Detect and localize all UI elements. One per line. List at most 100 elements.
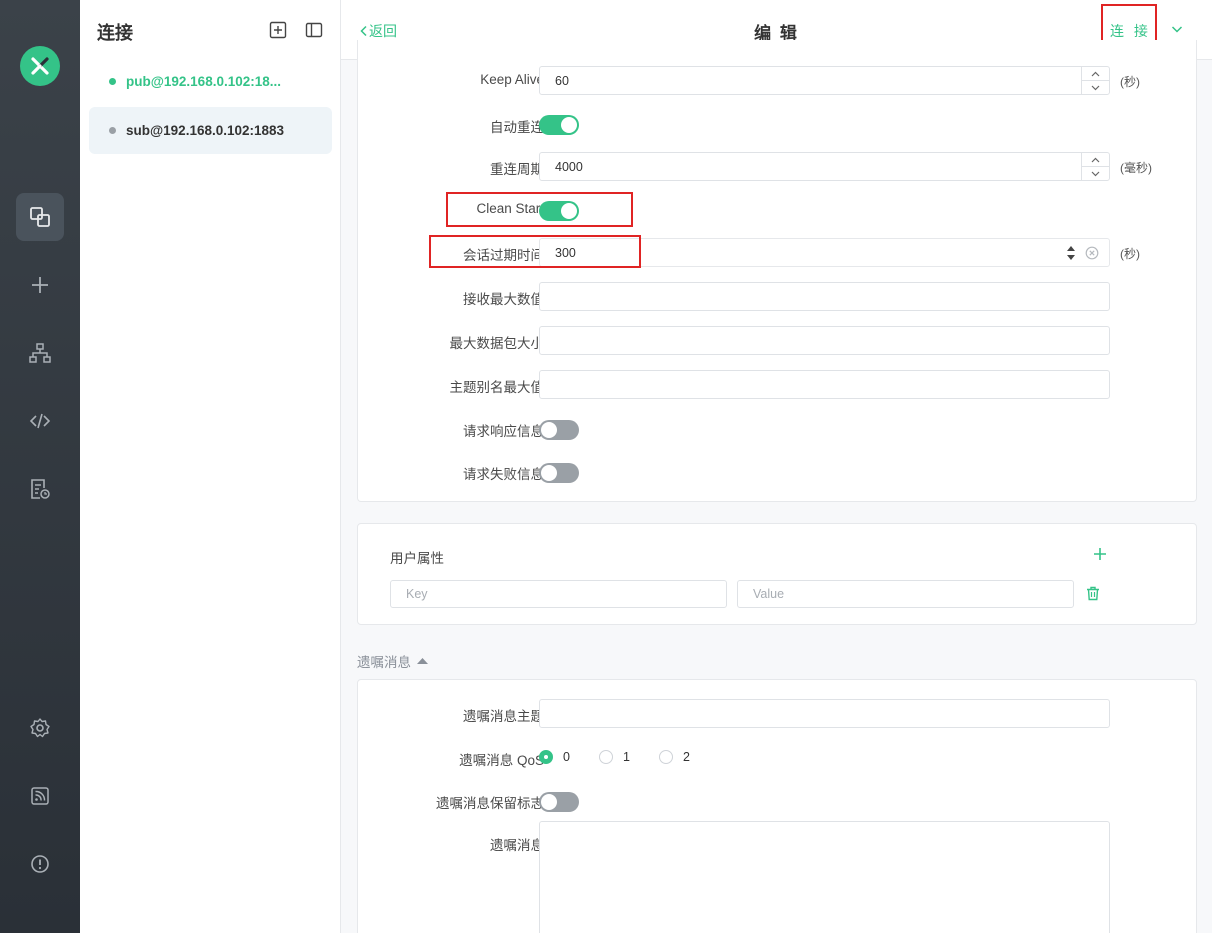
user-properties-title: 用户属性	[390, 551, 444, 566]
main-content: 返回 编 辑 连 接 Keep Alive 60 (秒) 自动重连 重连周期 4…	[341, 0, 1212, 933]
connections-icon	[30, 207, 50, 227]
radio-circle	[659, 750, 673, 764]
receive-maximum-input[interactable]	[539, 282, 1110, 311]
reconnect-period-stepper[interactable]	[1081, 153, 1109, 180]
will-payload-label: 遗嘱消息	[490, 838, 544, 853]
highlight-box	[429, 235, 641, 268]
caret-up-icon[interactable]	[1067, 245, 1075, 251]
property-key-input[interactable]: Key	[390, 580, 727, 608]
nav-log[interactable]	[16, 465, 64, 513]
log-icon	[31, 479, 50, 499]
clear-icon[interactable]	[1085, 246, 1099, 260]
nav-script[interactable]	[16, 397, 64, 445]
connection-item[interactable]: pub@192.168.0.102:18...	[89, 58, 332, 105]
will-topic-label: 遗嘱消息主题	[463, 709, 544, 724]
more-options-button[interactable]	[1170, 22, 1184, 41]
max-packet-size-label: 最大数据包大小	[449, 336, 545, 351]
max-packet-size-input[interactable]	[539, 326, 1110, 355]
keep-alive-input[interactable]: 60	[539, 66, 1110, 95]
connection-list-panel: 连接 pub@192.168.0.102:18... sub@192.168.0…	[80, 0, 341, 933]
nav-new-connection[interactable]	[16, 261, 64, 309]
auto-reconnect-label: 自动重连	[490, 120, 544, 135]
new-connection-button[interactable]	[268, 20, 288, 40]
qos-2-radio[interactable]: 2	[659, 750, 690, 764]
reconnect-period-value: 4000	[555, 159, 583, 174]
toggle-panel-button[interactable]	[304, 20, 324, 40]
connection-item[interactable]: sub@192.168.0.102:1883	[89, 107, 332, 154]
add-property-icon[interactable]	[1093, 547, 1107, 561]
app-logo[interactable]	[20, 46, 60, 86]
keep-alive-unit: (秒)	[1120, 75, 1140, 89]
session-expiry-stepper[interactable]	[1065, 241, 1077, 264]
will-payload-textarea[interactable]	[539, 821, 1110, 933]
session-expiry-unit: (秒)	[1120, 247, 1140, 261]
reconnect-period-unit: (毫秒)	[1120, 161, 1152, 175]
topic-alias-max-label: 主题别名最大值	[449, 380, 545, 395]
reconnect-period-input[interactable]: 4000	[539, 152, 1110, 181]
user-properties-card: 用户属性 Key Value	[357, 523, 1197, 625]
keep-alive-value: 60	[555, 73, 569, 88]
will-topic-input[interactable]	[539, 699, 1110, 728]
request-response-info-toggle[interactable]	[539, 420, 579, 440]
property-value-input[interactable]: Value	[737, 580, 1074, 608]
topology-icon	[29, 343, 51, 363]
last-will-card: 遗嘱消息主题 遗嘱消息 QoS 0 1 2 遗嘱消息保留标志 遗嘱消息	[357, 679, 1197, 933]
trash-icon[interactable]	[1086, 586, 1100, 601]
will-retain-label: 遗嘱消息保留标志	[436, 796, 544, 811]
key-placeholder: Key	[406, 587, 428, 601]
gear-icon	[30, 718, 50, 738]
code-icon	[29, 413, 51, 429]
qos-option: 0	[563, 750, 570, 764]
radio-circle	[539, 750, 553, 764]
qos-0-radio[interactable]: 0	[539, 750, 570, 764]
will-qos-label: 遗嘱消息 QoS	[459, 753, 544, 768]
reconnect-period-label: 重连周期	[490, 162, 544, 177]
auto-reconnect-toggle[interactable]	[539, 115, 579, 135]
increment-button[interactable]	[1082, 153, 1109, 166]
will-retain-toggle[interactable]	[539, 792, 579, 812]
toggle-knob	[561, 117, 577, 133]
plus-icon	[32, 277, 48, 293]
nav-rail	[0, 0, 80, 933]
status-dot	[109, 78, 116, 85]
rss-icon	[31, 787, 49, 805]
topic-alias-max-input[interactable]	[539, 370, 1110, 399]
increment-button[interactable]	[1082, 67, 1109, 80]
connection-list-title: 连接	[97, 23, 133, 43]
advanced-settings-card: Keep Alive 60 (秒) 自动重连 重连周期 4000 (毫秒) Cl…	[357, 40, 1197, 502]
keep-alive-label: Keep Alive	[480, 72, 544, 87]
toggle-knob	[541, 422, 557, 438]
nav-connections[interactable]	[16, 193, 64, 241]
radio-circle	[599, 750, 613, 764]
keep-alive-stepper[interactable]	[1081, 67, 1109, 94]
qos-1-radio[interactable]: 1	[599, 750, 630, 764]
request-response-info-label: 请求响应信息	[463, 424, 544, 439]
highlight-box	[446, 192, 633, 227]
receive-maximum-label: 接收最大数值	[463, 292, 544, 307]
connection-name: sub@192.168.0.102:1883	[126, 123, 285, 138]
request-problem-info-label: 请求失败信息	[463, 467, 544, 482]
nav-topology[interactable]	[16, 329, 64, 377]
status-dot	[109, 127, 116, 134]
last-will-section-toggle[interactable]: 遗嘱消息	[357, 651, 428, 671]
nav-feed[interactable]	[16, 772, 64, 820]
qos-option: 1	[623, 750, 630, 764]
request-problem-info-toggle[interactable]	[539, 463, 579, 483]
chevron-up-icon	[1091, 71, 1100, 76]
sidebar-toggle-icon	[305, 22, 323, 38]
decrement-button[interactable]	[1082, 166, 1109, 180]
qos-option: 2	[683, 750, 690, 764]
value-placeholder: Value	[753, 587, 785, 601]
toggle-knob	[541, 465, 557, 481]
chevron-up-icon	[1091, 157, 1100, 162]
caret-up-icon	[417, 658, 428, 664]
connection-name: pub@192.168.0.102:18...	[126, 74, 281, 89]
add-box-icon	[269, 21, 287, 39]
decrement-button[interactable]	[1082, 80, 1109, 94]
chevron-down-icon	[1091, 85, 1100, 90]
chevron-down-icon	[1091, 171, 1100, 176]
mqttx-logo-icon	[31, 57, 49, 75]
nav-about[interactable]	[16, 840, 64, 888]
nav-settings[interactable]	[16, 704, 64, 752]
caret-down-icon[interactable]	[1067, 254, 1075, 260]
